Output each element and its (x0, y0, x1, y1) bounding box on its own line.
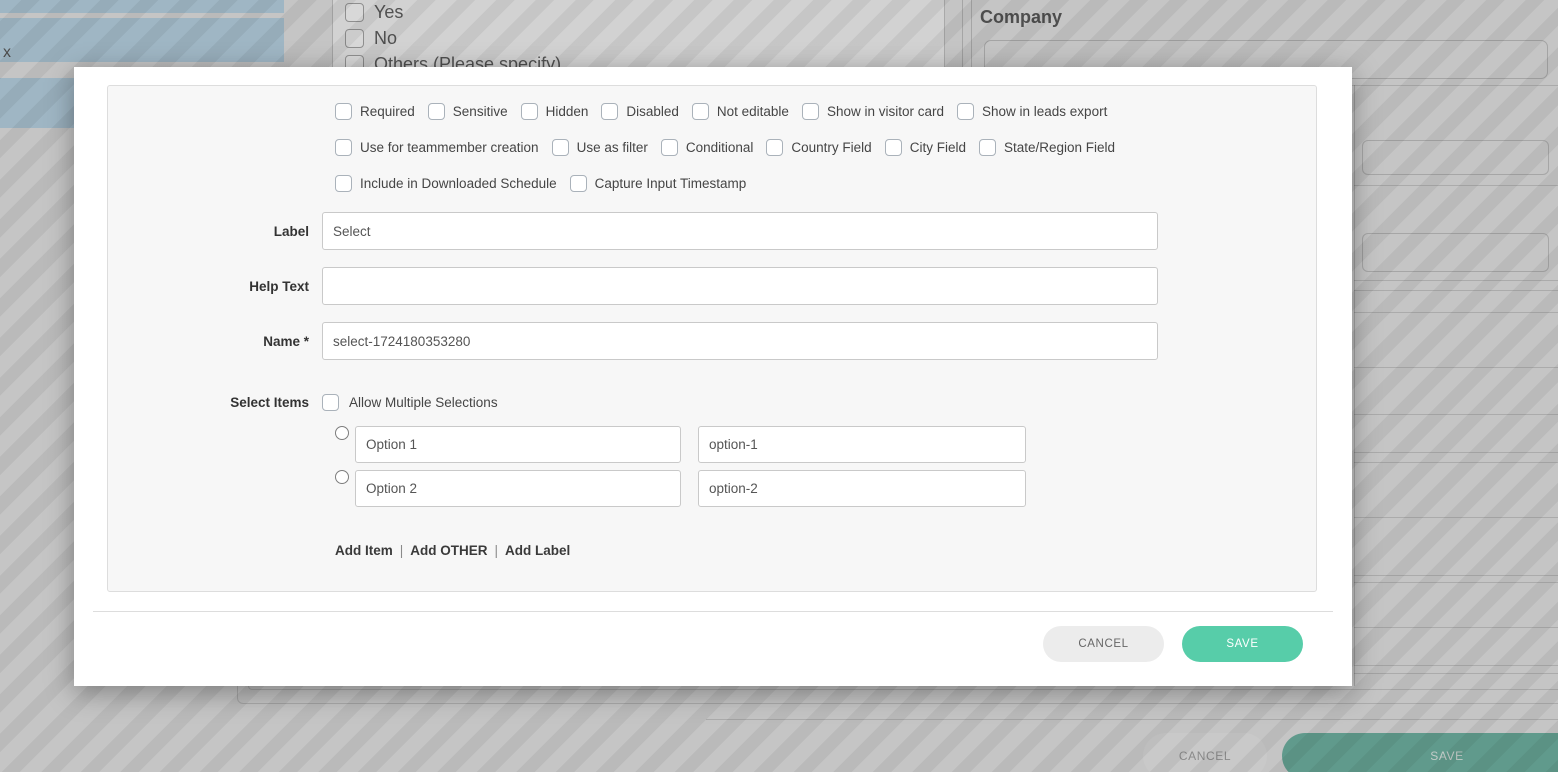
checkbox-box[interactable] (692, 103, 709, 120)
checkbox-box[interactable] (552, 139, 569, 156)
help-text-input[interactable] (322, 267, 1158, 305)
name-field-row: Name * (108, 322, 1316, 360)
field-settings-modal: Required Sensitive Hidden Disabled Not e… (74, 67, 1352, 686)
checkbox-box[interactable] (957, 103, 974, 120)
link-separator: | (400, 543, 404, 558)
add-other-link[interactable]: Add OTHER (410, 543, 487, 558)
checkbox-box[interactable] (979, 139, 996, 156)
checkbox-show-in-leads-export[interactable]: Show in leads export (957, 103, 1107, 120)
add-label-link[interactable]: Add Label (505, 543, 570, 558)
checkbox-box[interactable] (521, 103, 538, 120)
field-settings-panel: Required Sensitive Hidden Disabled Not e… (107, 85, 1317, 592)
help-text-field-row: Help Text (108, 267, 1316, 305)
checkbox-hidden[interactable]: Hidden (521, 103, 589, 120)
checkbox-box[interactable] (335, 103, 352, 120)
checkbox-include-in-downloaded-schedule[interactable]: Include in Downloaded Schedule (335, 175, 557, 192)
option-2-value-input[interactable] (698, 470, 1026, 507)
checkbox-box[interactable] (802, 103, 819, 120)
option-2-radio[interactable] (335, 470, 349, 484)
checkbox-city-field[interactable]: City Field (885, 139, 966, 156)
option-1-radio[interactable] (335, 426, 349, 440)
add-links-row: Add Item | Add OTHER | Add Label (335, 543, 1316, 558)
label-field-row: Label (108, 212, 1316, 250)
name-input[interactable] (322, 322, 1158, 360)
checkbox-conditional[interactable]: Conditional (661, 139, 754, 156)
field-flags-row-1: Required Sensitive Hidden Disabled Not e… (335, 103, 1316, 120)
checkbox-state-region-field[interactable]: State/Region Field (979, 139, 1115, 156)
help-text-field-label: Help Text (108, 279, 322, 294)
checkbox-box[interactable] (766, 139, 783, 156)
checkbox-box[interactable] (335, 175, 352, 192)
checkbox-use-as-filter[interactable]: Use as filter (552, 139, 648, 156)
checkbox-capture-input-timestamp[interactable]: Capture Input Timestamp (570, 175, 747, 192)
label-input[interactable] (322, 212, 1158, 250)
option-1-label-input[interactable] (355, 426, 681, 463)
select-items-row: Select Items Allow Multiple Selections (108, 394, 1316, 411)
checkbox-allow-multiple-selections[interactable]: Allow Multiple Selections (322, 394, 498, 411)
name-field-label: Name * (108, 334, 322, 349)
checkbox-box[interactable] (335, 139, 352, 156)
checkbox-use-for-teammember-creation[interactable]: Use for teammember creation (335, 139, 539, 156)
label-field-label: Label (108, 224, 322, 239)
save-button[interactable]: SAVE (1182, 626, 1303, 662)
checkbox-box[interactable] (601, 103, 618, 120)
field-flags-row-2: Use for teammember creation Use as filte… (335, 139, 1316, 156)
checkbox-disabled[interactable]: Disabled (601, 103, 679, 120)
select-items-label: Select Items (108, 395, 322, 410)
checkbox-box[interactable] (885, 139, 902, 156)
field-flags-row-3: Include in Downloaded Schedule Capture I… (335, 175, 1316, 192)
checkbox-box[interactable] (428, 103, 445, 120)
checkbox-box[interactable] (661, 139, 678, 156)
checkbox-show-in-visitor-card[interactable]: Show in visitor card (802, 103, 944, 120)
select-option-row-2 (335, 470, 1316, 507)
checkbox-country-field[interactable]: Country Field (766, 139, 871, 156)
checkbox-not-editable[interactable]: Not editable (692, 103, 789, 120)
footer-divider (93, 611, 1333, 612)
add-item-link[interactable]: Add Item (335, 543, 393, 558)
checkbox-box[interactable] (322, 394, 339, 411)
option-1-value-input[interactable] (698, 426, 1026, 463)
checkbox-box[interactable] (570, 175, 587, 192)
select-option-row-1 (335, 426, 1316, 463)
link-separator: | (495, 543, 499, 558)
cancel-button[interactable]: CANCEL (1043, 626, 1164, 662)
option-2-label-input[interactable] (355, 470, 681, 507)
checkbox-required[interactable]: Required (335, 103, 415, 120)
checkbox-sensitive[interactable]: Sensitive (428, 103, 508, 120)
